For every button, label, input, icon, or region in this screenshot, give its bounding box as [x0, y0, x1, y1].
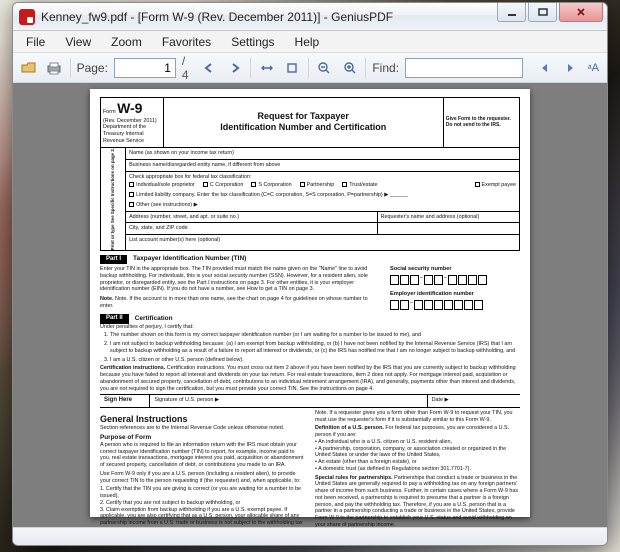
fit-width-icon[interactable]	[257, 57, 276, 79]
close-button[interactable]	[559, 3, 603, 22]
menubar: File View Zoom Favorites Settings Help	[13, 31, 607, 53]
zoom-out-icon[interactable]	[315, 57, 334, 79]
print-icon[interactable]	[44, 57, 63, 79]
open-icon[interactable]	[19, 57, 38, 79]
fit-page-icon[interactable]	[283, 57, 302, 79]
find-next-icon[interactable]	[560, 57, 579, 79]
menu-file[interactable]: File	[17, 32, 54, 52]
next-page-icon[interactable]	[225, 57, 244, 79]
form-title-2: Identification Number and Certification	[167, 122, 440, 133]
menu-favorites[interactable]: Favorites	[153, 32, 220, 52]
form-title-1: Request for Taxpayer	[167, 111, 440, 122]
separator	[308, 58, 309, 78]
minimize-button[interactable]	[497, 3, 526, 22]
statusbar	[13, 527, 607, 545]
app-window: Kenney_fw9.pdf - [Form W-9 (Rev. Decembe…	[12, 2, 608, 546]
titlebar[interactable]: Kenney_fw9.pdf - [Form W-9 (Rev. Decembe…	[13, 3, 607, 31]
menu-view[interactable]: View	[56, 32, 100, 52]
find-input[interactable]	[405, 58, 523, 78]
pdf-page: Form W-9 (Rev. December 2011) Department…	[90, 89, 530, 517]
form-header: Form W-9 (Rev. December 2011) Department…	[100, 97, 520, 148]
document-viewport[interactable]: Form W-9 (Rev. December 2011) Department…	[13, 83, 607, 527]
separator	[70, 58, 71, 78]
app-icon	[19, 9, 35, 25]
menu-zoom[interactable]: Zoom	[102, 32, 151, 52]
page-input[interactable]	[114, 58, 176, 78]
match-case-icon[interactable]: aA	[586, 57, 601, 79]
find-label: Find:	[372, 61, 399, 75]
page-label: Page:	[77, 61, 108, 75]
separator	[250, 58, 251, 78]
menu-help[interactable]: Help	[286, 32, 329, 52]
toolbar: Page: / 4 Find: aA	[13, 53, 607, 83]
separator	[365, 58, 366, 78]
menu-settings[interactable]: Settings	[222, 32, 283, 52]
page-total: / 4	[182, 54, 194, 82]
prev-page-icon[interactable]	[200, 57, 219, 79]
maximize-button[interactable]	[528, 3, 557, 22]
find-prev-icon[interactable]	[535, 57, 554, 79]
zoom-in-icon[interactable]	[340, 57, 359, 79]
